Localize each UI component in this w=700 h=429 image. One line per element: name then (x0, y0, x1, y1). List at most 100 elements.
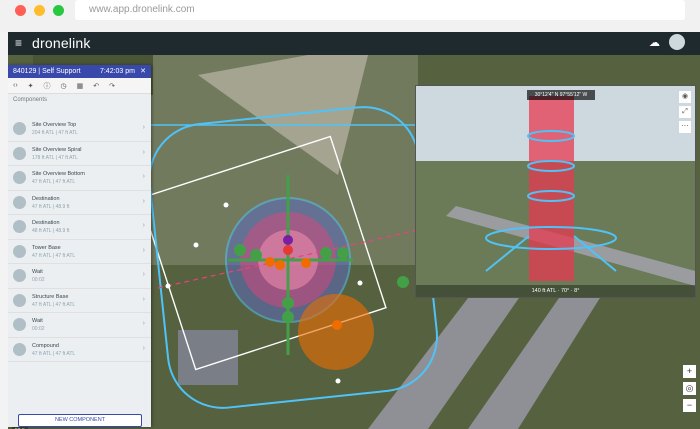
close-icon[interactable]: ✕ (140, 65, 146, 78)
component-title: Structure Base (32, 293, 69, 300)
component-list: Site Overview Top 204 ft ATL | 47 ft ATL ›… (8, 117, 151, 362)
waypoint-marker-11 (282, 311, 294, 323)
boundary-vertex-3 (165, 283, 171, 289)
component-item[interactable]: Destination 48 ft ATL | 48.9 ft › (8, 215, 151, 240)
component-subtitle: 47 ft ATL | 47 ft ATL (32, 179, 76, 185)
component-item[interactable]: Site Overview Spiral 178 ft ATL | 47 ft A… (8, 142, 151, 166)
component-title: Site Overview Spiral (32, 146, 82, 153)
calendar-icon[interactable]: ▦ (77, 82, 84, 90)
component-subtitle: 47 ft ATL | 48.9 ft (32, 203, 70, 210)
component-item[interactable]: Structure Base 47 ft ATL | 47 ft ATL › (8, 289, 151, 313)
clock-icon[interactable]: ◷ (61, 82, 67, 90)
minimize-window-dot[interactable] (34, 5, 45, 16)
chevron-right-icon[interactable]: › (143, 345, 145, 352)
mission-title[interactable]: 840129 | Self Support (13, 68, 81, 75)
chevron-right-icon[interactable]: › (143, 173, 145, 180)
boundary-vertex-2 (193, 242, 199, 248)
component-item[interactable]: Wait 00:02 › (8, 313, 151, 338)
3d-scene (416, 86, 695, 297)
component-item[interactable]: Site Overview Top 204 ft ATL | 47 ft ATL › (8, 117, 151, 142)
component-icon (13, 146, 26, 160)
component-icon (13, 171, 26, 184)
maximize-window-dot[interactable] (53, 5, 64, 16)
zoom-out-button[interactable]: − (683, 399, 696, 412)
chevron-right-icon[interactable]: › (143, 124, 145, 131)
component-subtitle: 47 ft ATL | 47 ft ATL (32, 252, 76, 259)
component-subtitle: 178 ft ATL | 47 ft ATL (32, 154, 78, 161)
dronelink-app: ≡ dronelink ☁ 30°12'4" N 97°55'12" W ◉ ⤢… (8, 32, 700, 429)
component-icon (13, 342, 26, 356)
waypoint-marker-4 (275, 260, 285, 270)
component-icon (13, 293, 26, 307)
waypoint-marker-2 (250, 249, 262, 261)
waypoint-marker-9 (337, 247, 349, 259)
waypoint-marker-8 (320, 247, 332, 259)
waypoint-marker-12 (397, 276, 409, 288)
undo-icon[interactable]: ↶ (93, 82, 99, 90)
chevron-right-icon[interactable]: › (143, 320, 145, 327)
mission-panel: 840129 | Self Support 7:42:03 pm ✕ ‹› ✦ … (8, 65, 151, 427)
cloud-upload-icon[interactable]: ☁ (649, 36, 660, 49)
address-bar[interactable]: www.app.dronelink.com (75, 0, 685, 20)
close-window-dot[interactable] (15, 5, 26, 16)
component-icon (13, 220, 26, 233)
component-icon (13, 269, 26, 282)
chevron-right-icon[interactable]: › (143, 198, 145, 205)
chevron-right-icon[interactable]: › (143, 271, 145, 278)
component-subtitle: 48 ft ATL | 48.9 ft (32, 228, 70, 234)
component-subtitle: 204 ft ATL | 47 ft ATL (32, 130, 78, 136)
component-item[interactable]: Tower Base 47 ft ATL | 47 ft ATL › (8, 240, 151, 264)
component-title: Destination (32, 220, 60, 226)
component-item[interactable]: Destination 47 ft ATL | 48.9 ft › (8, 191, 151, 215)
component-title: Site Overview Top (32, 122, 77, 128)
component-title: Tower Base (32, 244, 61, 251)
component-icon (13, 318, 26, 331)
locate-icon[interactable]: ◎ (683, 382, 696, 395)
more-icon[interactable]: ⋯ (679, 121, 691, 133)
waypoint-marker-10 (282, 297, 294, 309)
component-title: Compound (32, 342, 59, 349)
boundary-vertex-4 (357, 280, 363, 286)
panel-toolbar: ‹› ✦ ⓘ ◷ ▦ ↶ ↷ (8, 78, 151, 94)
code-icon[interactable]: ‹› (13, 82, 18, 89)
component-icon (13, 195, 26, 209)
boundary-vertex-5 (335, 378, 341, 384)
visibility-icon[interactable]: ◉ (679, 91, 691, 103)
3d-preview-panel[interactable]: 30°12'4" N 97°55'12" W ◉ ⤢ ⋯ 140 ft ATL … (415, 85, 696, 298)
mission-time: 7:42:03 pm (99, 68, 135, 75)
redo-icon[interactable]: ↷ (109, 82, 115, 90)
component-title: Destination (32, 195, 60, 202)
waypoint-marker-3 (265, 257, 275, 267)
poi-marker (332, 320, 342, 330)
map-building (178, 330, 238, 385)
tower-cylinder (529, 96, 574, 281)
component-item[interactable]: Compound 47 ft ATL | 47 ft ATL › (8, 338, 151, 362)
component-item[interactable]: Wait 00:02 › (8, 264, 151, 289)
component-subtitle: 47 ft ATL | 47 ft ATL (32, 350, 76, 357)
components-section: Components (8, 94, 151, 106)
waypoint-marker-1 (234, 244, 246, 256)
new-component-button[interactable]: NEW COMPONENT (18, 414, 142, 427)
top-bar: ≡ dronelink ☁ (8, 32, 700, 55)
waypoint-marker-6 (283, 235, 293, 245)
component-icon (13, 122, 26, 135)
panel-header: 840129 | Self Support 7:42:03 pm ✕ (8, 65, 151, 78)
menu-icon[interactable]: ≡ (15, 36, 22, 50)
waypoint-marker-5 (283, 245, 293, 255)
chevron-right-icon[interactable]: › (143, 149, 145, 156)
chevron-right-icon[interactable]: › (143, 247, 145, 254)
zoom-in-button[interactable]: + (683, 365, 696, 378)
drone-icon[interactable]: ✦ (28, 82, 34, 90)
boundary-vertex-1 (223, 202, 229, 208)
component-subtitle: 47 ft ATL | 47 ft ATL (32, 301, 76, 308)
component-icon (13, 244, 26, 258)
coordinate-label: 30°12'4" N 97°55'12" W (527, 90, 595, 100)
chevron-right-icon[interactable]: › (143, 296, 145, 303)
expand-icon[interactable]: ⤢ (679, 106, 691, 118)
info-icon[interactable]: ⓘ (44, 81, 51, 91)
component-item[interactable]: Site Overview Bottom 47 ft ATL | 47 ft AT… (8, 166, 151, 191)
component-title: Wait (32, 318, 43, 324)
avatar[interactable] (669, 34, 685, 50)
poi-area (298, 294, 374, 370)
chevron-right-icon[interactable]: › (143, 222, 145, 229)
